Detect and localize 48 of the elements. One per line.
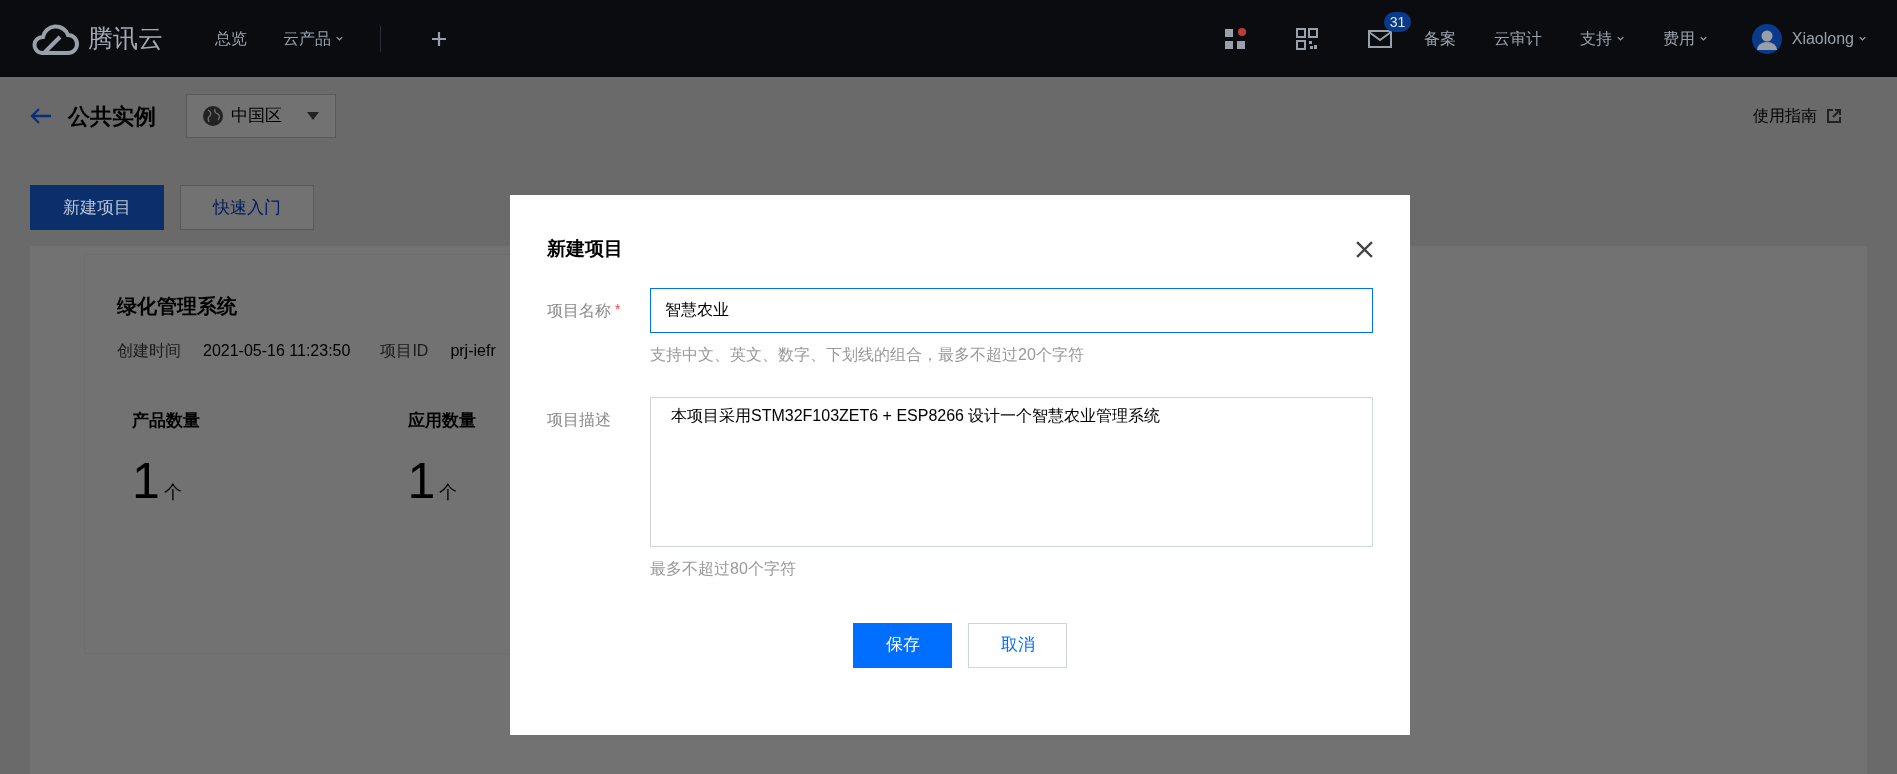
stat-value: 1 bbox=[132, 455, 160, 506]
nav-link[interactable]: 支持 bbox=[1579, 26, 1625, 51]
stat-unit: 个 bbox=[439, 480, 458, 504]
brand-name: 腾讯云 bbox=[88, 22, 163, 54]
unread-count-badge: 31 bbox=[1383, 11, 1412, 32]
project-name: 绿化管理系统 bbox=[117, 294, 237, 319]
chevron-down-icon bbox=[1615, 34, 1625, 43]
stat-unit: 个 bbox=[163, 480, 182, 504]
apps-grid-icon[interactable] bbox=[1223, 27, 1246, 50]
meta-label: 项目ID bbox=[380, 341, 429, 361]
chevron-down-icon bbox=[1698, 34, 1708, 43]
stat-label: 产品数量 bbox=[132, 410, 200, 432]
user-avatar-icon[interactable] bbox=[1751, 23, 1782, 54]
dialog-title: 新建项目 bbox=[547, 237, 623, 261]
description-textarea[interactable]: 本项目采用STM32F103ZET6 + ESP8266 设计一个智慧农业管理系统 bbox=[650, 396, 1373, 547]
stat-label: 应用数量 bbox=[407, 410, 476, 432]
field-label: 项目名称 bbox=[547, 300, 611, 321]
page-title: 公共实例 bbox=[68, 102, 156, 131]
plus-icon[interactable] bbox=[431, 30, 447, 47]
globe-icon bbox=[203, 106, 223, 126]
action-button[interactable]: 新建项目 bbox=[30, 185, 164, 230]
nav-link[interactable]: 费用 bbox=[1662, 26, 1708, 51]
close-icon[interactable] bbox=[1356, 240, 1373, 258]
mail-icon[interactable] bbox=[1367, 29, 1392, 48]
nav-link[interactable]: 总览 bbox=[215, 26, 247, 51]
dialog-button[interactable]: 取消 bbox=[968, 622, 1067, 668]
stat-value: 1 bbox=[407, 455, 436, 506]
meta-label: 创建时间 bbox=[117, 341, 181, 361]
nav-link[interactable]: 云产品 bbox=[283, 26, 344, 51]
user-menu[interactable]: Xiaolong bbox=[1791, 26, 1867, 51]
qr-code-icon[interactable] bbox=[1295, 27, 1318, 50]
dropdown-triangle-icon bbox=[307, 112, 319, 120]
external-link-icon[interactable] bbox=[1827, 109, 1841, 123]
field-label: 项目描述 bbox=[547, 409, 611, 430]
meta-value: prj-iefr bbox=[450, 341, 496, 361]
meta-value: 2021-05-16 11:23:50 bbox=[203, 341, 351, 361]
nav-link[interactable]: 云审计 bbox=[1493, 26, 1542, 51]
required-asterisk: * bbox=[615, 299, 621, 319]
chevron-down-icon bbox=[335, 34, 344, 43]
region-select[interactable]: 中国区 bbox=[186, 94, 336, 138]
chevron-down-icon bbox=[1858, 34, 1867, 43]
nav-link[interactable]: 备案 bbox=[1423, 26, 1456, 51]
project-name-input[interactable]: 智慧农业 bbox=[650, 287, 1373, 333]
guide-link[interactable]: 使用指南 bbox=[1753, 104, 1817, 128]
cloud-logo-icon bbox=[30, 21, 80, 56]
field-hint: 最多不超过80个字符 bbox=[650, 558, 796, 579]
dialog-button[interactable]: 保存 bbox=[853, 622, 952, 668]
field-hint: 支持中文、英文、数字、下划线的组合，最多不超过20个字符 bbox=[650, 344, 1084, 365]
